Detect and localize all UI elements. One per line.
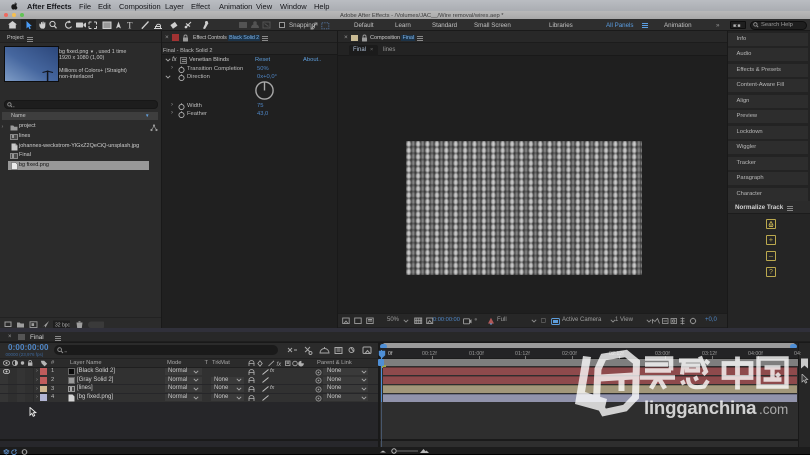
svg-text:.com: .com xyxy=(759,402,788,417)
svg-text:fx: fx xyxy=(277,362,283,367)
svg-text:T: T xyxy=(127,21,133,31)
svg-text:lingganchina: lingganchina xyxy=(644,397,757,418)
